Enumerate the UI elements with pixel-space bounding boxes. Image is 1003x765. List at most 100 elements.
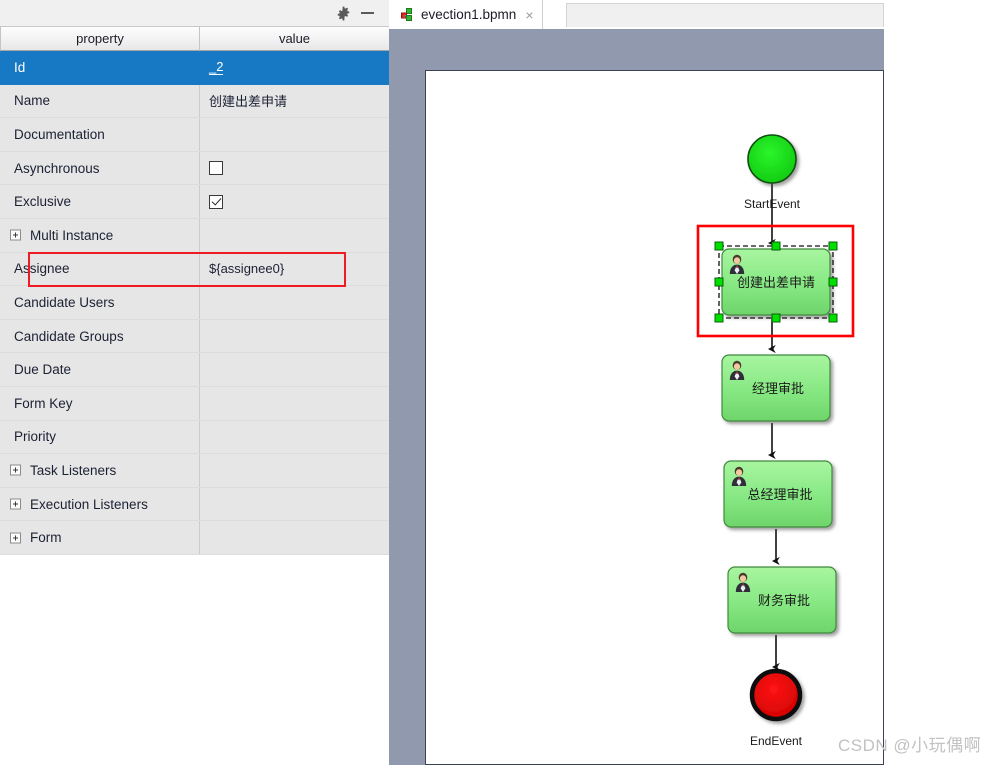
property-row[interactable]: Id _2 (0, 51, 389, 85)
property-name-cell: Name (0, 84, 200, 118)
property-name-label: Form (30, 530, 62, 546)
task3-label: 总经理审批 (747, 487, 812, 502)
property-name-cell: Candidate Groups (0, 319, 200, 353)
bpmn-diagram: StartEvent 创建出差申请 经理审批 总经理审批 财务审批 EndEve… (696, 134, 855, 748)
property-name-cell: Multi Instance (0, 218, 200, 252)
property-name-label: Due Date (14, 362, 72, 378)
property-value-cell[interactable]: _2 (200, 51, 389, 84)
property-name-cell: Id (0, 51, 200, 84)
task1-label: 创建出差申请 (737, 275, 815, 290)
node-task4[interactable]: 财务审批 (727, 566, 837, 634)
property-row[interactable]: Name 创建出差申请 (0, 84, 389, 119)
property-value-cell[interactable] (200, 353, 389, 386)
bpmn-diagram-canvas[interactable]: StartEvent 创建出差申请 经理审批 总经理审批 财务审批 EndEve… (425, 70, 884, 765)
minimize-icon[interactable] (355, 2, 379, 24)
property-value-cell[interactable]: ${assignee0} (200, 253, 389, 286)
property-row[interactable]: Multi Instance (0, 218, 389, 253)
properties-toolbar (0, 0, 389, 27)
task2-label: 经理审批 (752, 381, 804, 396)
bpmn-file-icon (401, 7, 415, 22)
property-value-cell[interactable] (200, 454, 389, 487)
property-name-cell: Asynchronous (0, 151, 200, 185)
property-name-cell: Form (0, 521, 200, 554)
endevent-label: EndEvent (750, 734, 803, 748)
property-name-cell: Candidate Users (0, 286, 200, 319)
property-value-cell[interactable] (200, 488, 389, 521)
property-value-cell[interactable] (200, 286, 389, 319)
property-name-cell: Exclusive (0, 185, 200, 218)
close-icon[interactable]: × (525, 8, 533, 22)
property-row[interactable]: Candidate Groups (0, 319, 389, 354)
expand-plus-icon[interactable] (10, 532, 21, 544)
property-row[interactable]: Form Key (0, 386, 389, 421)
property-name-cell: Priority (0, 420, 200, 454)
task4-label: 财务审批 (758, 593, 810, 608)
startevent-label: StartEvent (744, 197, 801, 211)
checkbox-unchecked[interactable] (209, 161, 223, 176)
property-value-cell[interactable] (200, 387, 389, 420)
property-row[interactable]: Assignee ${assignee0} (0, 252, 389, 287)
property-name-label: Documentation (14, 126, 105, 142)
property-value-label: ${assignee0} (209, 261, 285, 277)
property-row[interactable]: Form (0, 521, 389, 555)
properties-table-body: Id _2 Name 创建出差申请 Documentation Asynchronous E… (0, 51, 389, 765)
property-name-label: Exclusive (14, 194, 72, 210)
property-name-label: Id (14, 59, 26, 75)
expand-plus-icon[interactable] (10, 229, 21, 241)
property-name-cell: Task Listeners (0, 454, 200, 487)
editor-tab-bar: evection1.bpmn × (389, 0, 884, 29)
property-value-label: 创建出差申请 (209, 94, 288, 110)
node-task2[interactable]: 经理审批 (721, 354, 831, 422)
property-value-cell[interactable] (200, 152, 389, 185)
expand-plus-icon[interactable] (10, 464, 21, 476)
property-name-label: Assignee (14, 261, 70, 277)
property-value-cell[interactable] (200, 521, 389, 554)
property-name-cell: Due Date (0, 353, 200, 386)
property-value-cell[interactable] (200, 185, 389, 218)
property-name-cell: Documentation (0, 118, 200, 151)
property-name-label: Priority (14, 429, 57, 445)
node-task3[interactable]: 总经理审批 (723, 460, 833, 528)
checkbox-checked[interactable] (209, 194, 223, 209)
column-header-property[interactable]: property (0, 27, 200, 51)
property-name-label: Name (14, 93, 51, 109)
property-name-cell: Form Key (0, 386, 200, 420)
editor-area: evection1.bpmn × StartEvent 创建出差申请 经理审批 … (389, 0, 1003, 765)
property-name-label: Execution Listeners (30, 496, 148, 512)
tab-bar-empty-strip (566, 3, 884, 27)
expand-plus-icon[interactable] (10, 498, 21, 510)
properties-table-header: property value (0, 27, 389, 51)
tab-evection1-bpmn[interactable]: evection1.bpmn × (391, 0, 543, 29)
property-name-label: Asynchronous (14, 160, 100, 176)
node-startevent[interactable]: StartEvent (744, 134, 801, 211)
property-name-label: Multi Instance (30, 227, 114, 243)
editor-canvas-background: StartEvent 创建出差申请 经理审批 总经理审批 财务审批 EndEve… (389, 29, 884, 765)
property-row[interactable]: Candidate Users (0, 286, 389, 320)
csdn-watermark: CSDN @小玩偶啊 (838, 736, 982, 755)
tab-label: evection1.bpmn (421, 7, 517, 22)
property-row[interactable]: Exclusive (0, 185, 389, 219)
property-row[interactable]: Documentation (0, 118, 389, 152)
property-name-label: Candidate Users (14, 294, 115, 310)
property-row[interactable]: Asynchronous (0, 151, 389, 186)
property-row[interactable]: Due Date (0, 353, 389, 387)
property-name-label: Form Key (14, 395, 73, 411)
property-value-cell[interactable] (200, 219, 389, 252)
property-name-cell: Execution Listeners (0, 487, 200, 521)
property-value-cell[interactable] (200, 118, 389, 151)
property-value-cell[interactable] (200, 320, 389, 353)
column-header-value[interactable]: value (200, 27, 389, 51)
property-name-label: Task Listeners (30, 462, 117, 478)
property-row[interactable]: Task Listeners (0, 454, 389, 488)
property-value-cell[interactable] (200, 421, 389, 454)
gear-icon[interactable] (331, 2, 355, 24)
node-task1[interactable]: 创建出差申请 (696, 224, 855, 338)
property-value-cell[interactable]: 创建出差申请 (200, 85, 389, 118)
properties-panel: property value Id _2 Name 创建出差申请 Documentati… (0, 0, 389, 765)
property-row[interactable]: Execution Listeners (0, 487, 389, 522)
property-name-cell: Assignee (0, 252, 200, 286)
node-endevent[interactable]: EndEvent (749, 668, 803, 748)
property-name-label: Candidate Groups (14, 328, 124, 344)
property-row[interactable]: Priority (0, 420, 389, 455)
property-value-label: _2 (209, 59, 224, 76)
